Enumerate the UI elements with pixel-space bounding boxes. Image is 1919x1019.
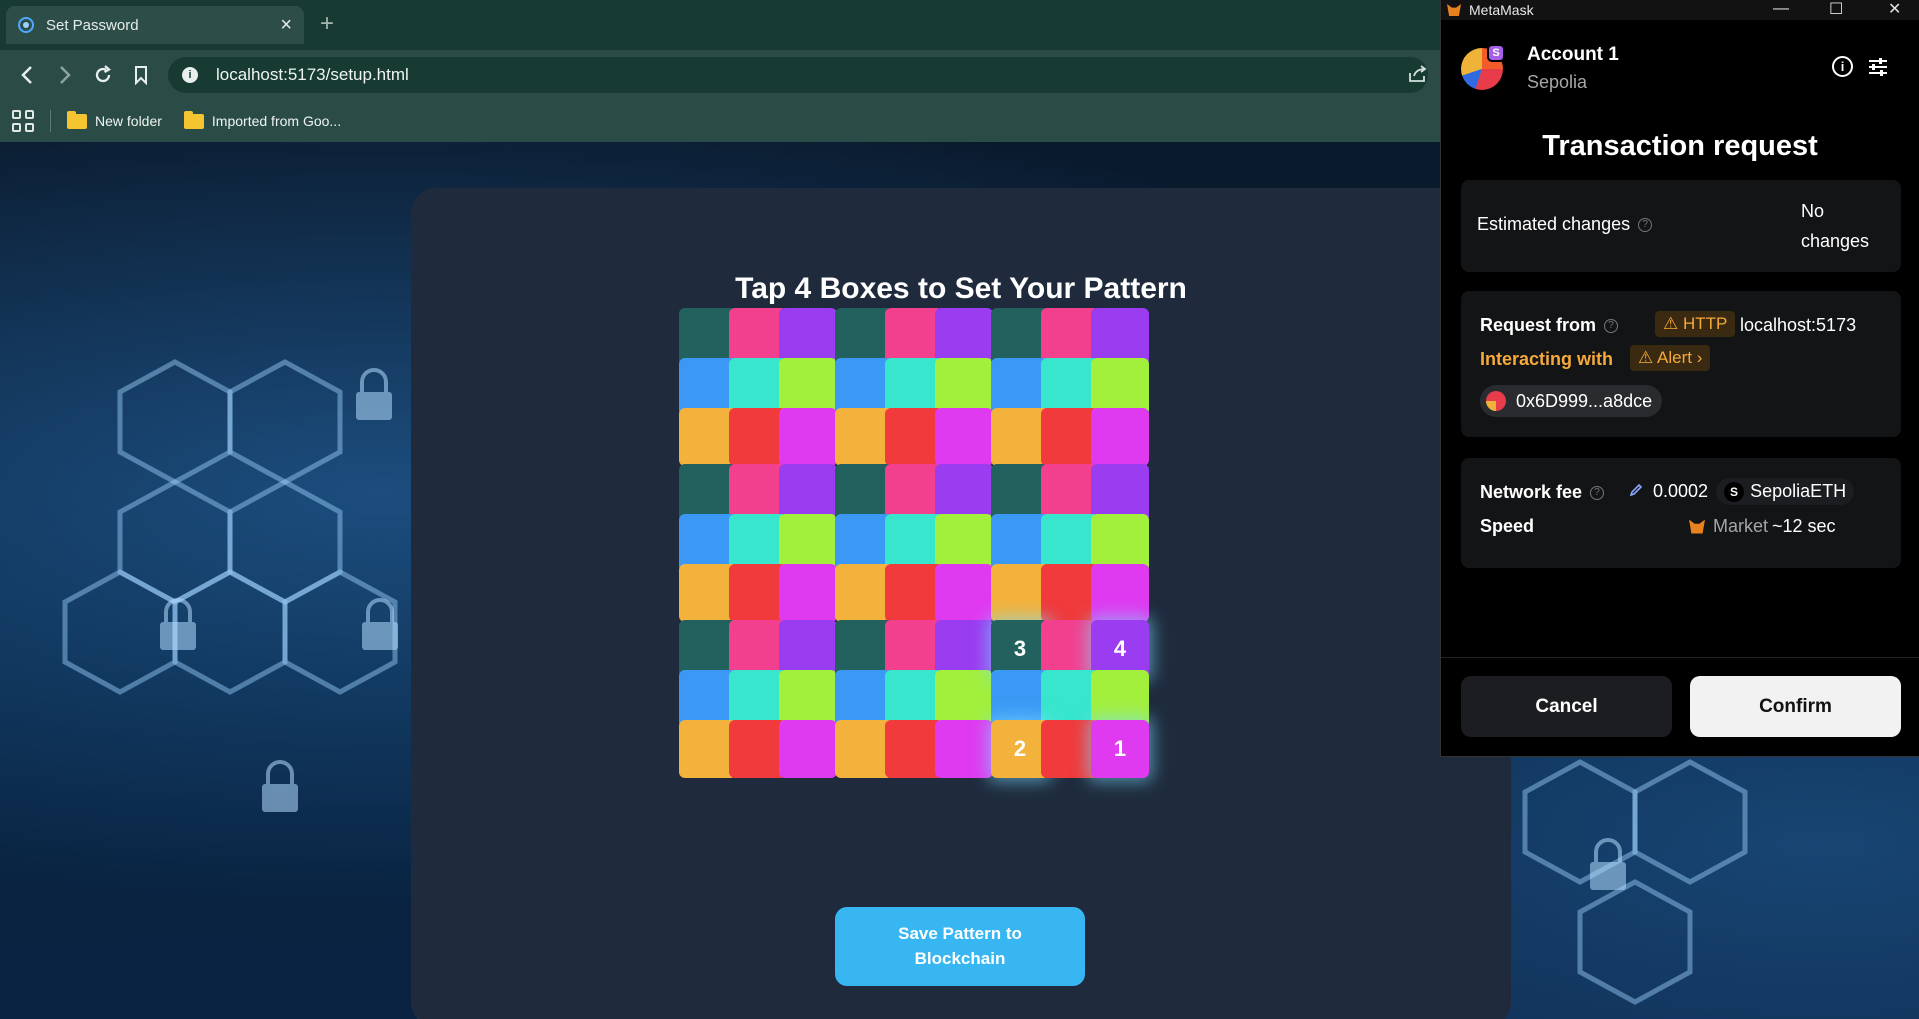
bookmarks-divider: [50, 110, 51, 132]
request-details-section: Request from ? ⚠ HTTP localhost:5173 Int…: [1461, 291, 1901, 437]
pattern-cell[interactable]: [779, 408, 837, 466]
minimize-icon[interactable]: —: [1773, 0, 1789, 18]
url-text: localhost:5173/setup.html: [216, 65, 409, 84]
pattern-block: [991, 308, 1171, 488]
fox-speed-icon: [1689, 519, 1705, 534]
settings-sliders-icon[interactable]: [1867, 56, 1889, 78]
bookmark-new-folder[interactable]: New folder: [67, 110, 162, 129]
network-fee-value: 0.0002: [1653, 481, 1709, 501]
pattern-cell[interactable]: [935, 720, 993, 778]
network-fee-label: Network fee ?: [1480, 482, 1605, 503]
bookmark-imported[interactable]: Imported from Goo...: [183, 110, 342, 129]
fee-token-pill: S SepoliaETH: [1716, 478, 1855, 505]
pattern-cell[interactable]: [779, 720, 837, 778]
speed-time: ~12 sec: [1772, 516, 1836, 536]
request-origin: localhost:5173: [1740, 315, 1857, 335]
sepolia-token-icon: S: [1724, 481, 1745, 502]
pattern-cell[interactable]: [1091, 408, 1149, 466]
account-network: Sepolia: [1527, 72, 1588, 92]
address-bar[interactable]: i localhost:5173/setup.html: [168, 57, 1428, 93]
folder-icon: [67, 110, 87, 129]
tab-title: Set Password: [46, 16, 139, 34]
account-name[interactable]: Account 1: [1527, 44, 1619, 66]
browser-tab-set-password[interactable]: Set Password ×: [6, 6, 304, 44]
help-icon[interactable]: ?: [1638, 217, 1653, 232]
pattern-cell[interactable]: [1091, 564, 1149, 622]
pattern-cell-selected[interactable]: 1: [1091, 720, 1149, 778]
cancel-button[interactable]: Cancel: [1461, 676, 1672, 737]
speed-value-group: Market ~12 sec: [1689, 516, 1836, 537]
reload-icon[interactable]: [84, 56, 122, 94]
transaction-title: Transaction request: [1542, 130, 1818, 162]
metamask-popup: MetaMask — ☐ ✕ S Account 1 Sepolia i Tra…: [1440, 0, 1919, 757]
bookmarks-bar: New folder Imported from Goo...: [0, 100, 1440, 142]
http-warning-badge: ⚠ HTTP: [1655, 311, 1736, 337]
pattern-block: [835, 620, 1015, 800]
metamask-footer: Cancel Confirm: [1441, 657, 1919, 757]
pattern-block: [679, 308, 859, 488]
bookmark-icon[interactable]: [122, 56, 160, 94]
pattern-block: [679, 464, 859, 644]
forward-icon[interactable]: [46, 56, 84, 94]
network-fee-section: Network fee ? 0.0002 S SepoliaETH Speed …: [1461, 458, 1901, 568]
browser-tab-bar: Set Password × +: [0, 0, 1440, 50]
back-icon[interactable]: [8, 56, 46, 94]
alert-badge[interactable]: ⚠ Alert ›: [1630, 345, 1711, 371]
account-header: S Account 1 Sepolia i: [1441, 20, 1919, 112]
speed-label: Speed: [1480, 516, 1535, 536]
share-icon[interactable]: [1408, 65, 1428, 89]
pattern-block: [835, 464, 1015, 644]
contract-address-pill[interactable]: 0x6D999...a8dce: [1480, 385, 1663, 417]
pattern-block: [679, 620, 859, 800]
metamask-fox-icon: [1447, 4, 1461, 16]
help-icon[interactable]: ?: [1604, 318, 1619, 333]
save-pattern-button[interactable]: Save Pattern to Blockchain: [835, 907, 1085, 986]
page-title: Tap 4 Boxes to Set Your Pattern: [735, 272, 1187, 305]
pattern-card: Tap 4 Boxes to Set Your Pattern 3421 Sav…: [411, 188, 1511, 1019]
network-fee-text: Network fee: [1480, 482, 1583, 502]
bookmark-label: New folder: [95, 113, 162, 129]
address-identicon: [1486, 391, 1506, 411]
browser-toolbar: i localhost:5173/setup.html: [0, 50, 1440, 100]
estimated-changes-text: Estimated changes: [1477, 214, 1631, 234]
folder-icon: [183, 110, 204, 129]
tab-close-icon[interactable]: ×: [280, 15, 292, 35]
pattern-cell[interactable]: [935, 564, 993, 622]
help-icon[interactable]: ?: [1590, 485, 1605, 500]
http-badge: ⚠ HTTP: [1655, 311, 1736, 337]
estimated-changes-label: Estimated changes ?: [1477, 214, 1653, 235]
apps-grid-icon[interactable]: [12, 110, 34, 132]
bookmark-label: Imported from Goo...: [211, 113, 342, 129]
pattern-block: [991, 464, 1171, 644]
pattern-cell[interactable]: [935, 408, 993, 466]
confirm-button[interactable]: Confirm: [1690, 676, 1901, 737]
site-info-icon[interactable]: i: [182, 67, 198, 83]
maximize-icon[interactable]: ☐: [1829, 0, 1843, 19]
new-tab-icon[interactable]: +: [320, 10, 334, 38]
pattern-block: 3421: [991, 620, 1171, 800]
network-badge: S: [1487, 44, 1505, 62]
pattern-cell[interactable]: [779, 564, 837, 622]
info-icon[interactable]: i: [1832, 56, 1853, 77]
metamask-window-title: MetaMask: [1469, 2, 1534, 18]
alert-badge-wrap: ⚠ Alert ›: [1630, 345, 1711, 371]
network-fee-value-group: 0.0002 S SepoliaETH: [1629, 478, 1855, 505]
estimated-changes-section: Estimated changes ? No changes: [1461, 180, 1901, 272]
contract-address: 0x6D999...a8dce: [1516, 390, 1653, 411]
request-from-text: Request from: [1480, 315, 1597, 335]
estimated-changes-value: No changes: [1801, 201, 1870, 251]
request-from-label: Request from ?: [1480, 315, 1619, 336]
tab-favicon-icon: [18, 17, 34, 33]
edit-fee-pencil-icon[interactable]: [1629, 481, 1643, 502]
fee-token-name: SepoliaETH: [1750, 481, 1847, 501]
metamask-titlebar: MetaMask — ☐ ✕: [1441, 0, 1919, 20]
pattern-block: [835, 308, 1015, 488]
close-window-icon[interactable]: ✕: [1888, 0, 1901, 19]
speed-mode: Market: [1713, 516, 1769, 536]
interacting-with-label: Interacting with: [1480, 349, 1614, 369]
